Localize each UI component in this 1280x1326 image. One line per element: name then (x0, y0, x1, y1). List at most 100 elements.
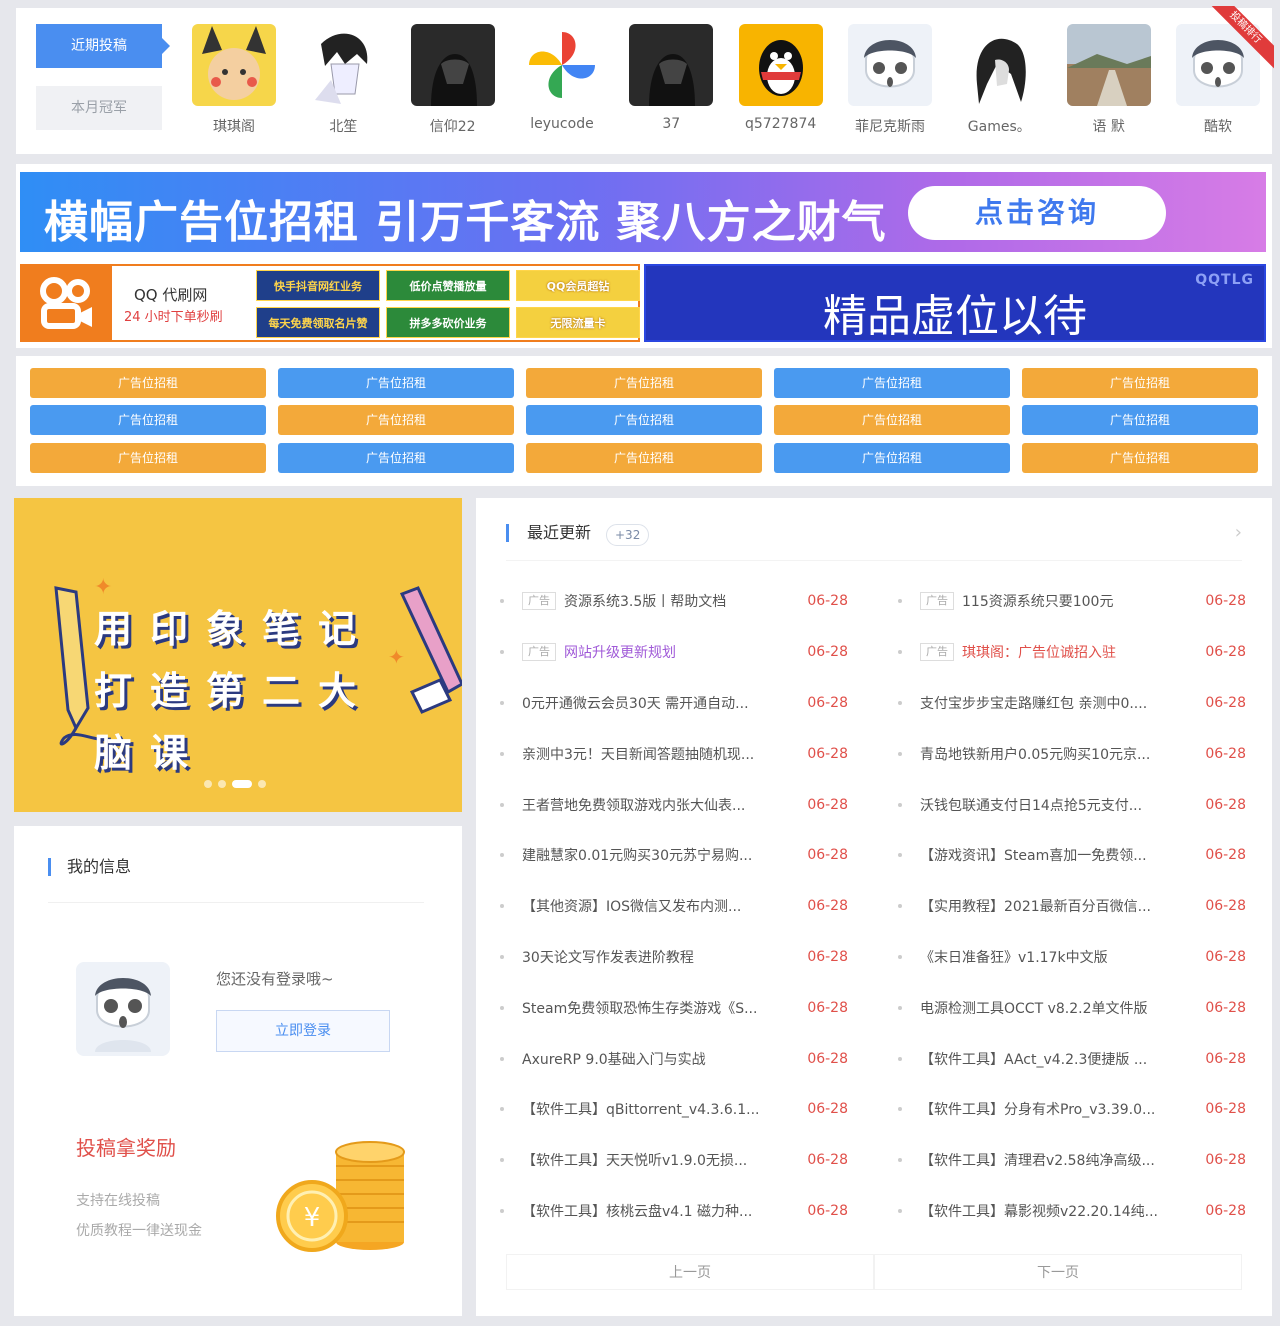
contributor-name[interactable]: 语 默 (1092, 116, 1124, 136)
news-item-title[interactable]: 资源系统3.5版丨帮助文档 (564, 591, 788, 611)
news-item-title[interactable]: 沃钱包联通支付日14点抢5元支付... (920, 795, 1186, 815)
contributor-name[interactable]: Games。 (968, 116, 1031, 136)
news-item-title[interactable]: 【软件工具】qBittorrent_v4.3.6.1... (522, 1099, 788, 1119)
ad-slot-button[interactable]: 广告位招租 (30, 405, 266, 436)
pinwheel-avatar-icon[interactable] (519, 24, 604, 106)
carousel-dot[interactable] (218, 780, 226, 788)
login-button[interactable]: 立即登录 (216, 1010, 390, 1052)
news-item[interactable]: 广告 115资源系统只要100元 06-28 (898, 576, 1246, 627)
contributor-item[interactable]: 琪琪阁 (186, 24, 282, 144)
ad-slot-button[interactable]: 广告位招租 (526, 442, 762, 473)
news-item-title[interactable]: 青岛地铁新用户0.05元购买10元京... (920, 744, 1186, 764)
news-item[interactable]: 【软件工具】天天悦听v1.9.0无损... 06-28 (500, 1135, 848, 1186)
contributor-name[interactable]: q5727874 (745, 116, 816, 132)
news-item-title[interactable]: 【软件工具】AAct_v4.2.3便捷版 ... (920, 1049, 1186, 1069)
news-item[interactable]: 支付宝步步宝走路赚红包 亲测中0.... 06-28 (898, 678, 1246, 729)
contributor-item[interactable]: 语 默 (1061, 24, 1157, 144)
news-item[interactable]: Steam免费领取恐怖生存类游戏《S... 06-28 (500, 982, 848, 1033)
news-item[interactable]: 亲测中3元！天目新闻答题抽随机现... 06-28 (500, 728, 848, 779)
news-item-title[interactable]: 30天论文写作发表进阶教程 (522, 947, 788, 967)
carousel-dot[interactable] (258, 780, 266, 788)
pikachu-avatar-icon[interactable] (192, 24, 276, 106)
news-item[interactable]: AxureRP 9.0基础入门与实战 06-28 (500, 1033, 848, 1084)
next-page-button[interactable]: 下一页 (874, 1254, 1242, 1290)
news-item[interactable]: 【其他资源】IOS微信又发布内测... 06-28 (500, 881, 848, 932)
news-item-title[interactable]: 【游戏资讯】Steam喜加一免费领... (920, 845, 1186, 865)
news-item[interactable]: 《末日准备狂》v1.17k中文版 06-28 (898, 932, 1246, 983)
consult-button[interactable]: 点击咨询 (908, 186, 1166, 240)
anime-boy-avatar-icon[interactable] (301, 24, 386, 106)
news-item[interactable]: 广告 网站升级更新规划 06-28 (500, 627, 848, 678)
ad-banner-wide[interactable]: 横幅广告位招租 引万千客流 聚八方之财气 点击咨询 (20, 172, 1266, 252)
news-item[interactable]: 【软件工具】分身有术Pro_v3.39.0... 06-28 (898, 1084, 1246, 1135)
contributor-item[interactable]: leyucode (514, 24, 610, 144)
carousel-dot-active[interactable] (232, 780, 252, 788)
contributor-name[interactable]: 酷软 (1204, 116, 1232, 136)
ad-slot-button[interactable]: 广告位招租 (526, 368, 762, 398)
ad-slot-button[interactable]: 广告位招租 (278, 405, 514, 436)
contributor-item[interactable]: q5727874 (733, 24, 829, 144)
news-item[interactable]: 【软件工具】qBittorrent_v4.3.6.1... 06-28 (500, 1084, 848, 1135)
ad-slot-button[interactable]: 广告位招租 (774, 368, 1010, 398)
sketch-avatar-icon[interactable] (957, 24, 1042, 106)
ad-slot-button[interactable]: 广告位招租 (774, 405, 1010, 436)
news-item[interactable]: 【软件工具】清理君v2.58纯净高级... 06-28 (898, 1135, 1246, 1186)
news-item-title[interactable]: 【实用教程】2021最新百分百微信... (920, 896, 1186, 916)
dark-avatar-icon[interactable] (410, 24, 495, 106)
contributor-name[interactable]: 北笙 (329, 116, 357, 136)
news-item[interactable]: 电源检测工具OCCT v8.2.2单文件版 06-28 (898, 982, 1246, 1033)
news-item-title[interactable]: 电源检测工具OCCT v8.2.2单文件版 (920, 998, 1186, 1018)
news-item-title[interactable]: 【软件工具】分身有术Pro_v3.39.0... (920, 1099, 1186, 1119)
ad-slot-button[interactable]: 广告位招租 (30, 368, 266, 398)
news-item[interactable]: 【游戏资讯】Steam喜加一免费领... 06-28 (898, 830, 1246, 881)
news-item-title[interactable]: 【软件工具】清理君v2.58纯净高级... (920, 1150, 1186, 1170)
news-item[interactable]: 30天论文写作发表进阶教程 06-28 (500, 932, 848, 983)
tab-monthly-champion[interactable]: 本月冠军 (36, 86, 162, 130)
news-item[interactable]: 广告 琪琪阁：广告位诚招入驻 06-28 (898, 627, 1246, 678)
news-item[interactable]: 沃钱包联通支付日14点抢5元支付... 06-28 (898, 779, 1246, 830)
news-item[interactable]: 王者营地免费领取游戏内张大仙表... 06-28 (500, 779, 848, 830)
news-item-title[interactable]: 【软件工具】核桃云盘v4.1 磁力种... (522, 1201, 788, 1221)
news-item-title[interactable]: 建融慧家0.01元购买30元苏宁易购... (522, 845, 788, 865)
news-item-title[interactable]: Steam免费领取恐怖生存类游戏《S... (522, 998, 788, 1018)
ad-slot-button[interactable]: 广告位招租 (526, 405, 762, 436)
ad-slot-button[interactable]: 广告位招租 (278, 368, 514, 398)
news-item[interactable]: 【软件工具】AAct_v4.2.3便捷版 ... 06-28 (898, 1033, 1246, 1084)
news-item[interactable]: 广告 资源系统3.5版丨帮助文档 06-28 (500, 576, 848, 627)
news-item[interactable]: 【实用教程】2021最新百分百微信... 06-28 (898, 881, 1246, 932)
contributor-item[interactable]: 信仰22 (405, 24, 501, 144)
chevron-right-icon[interactable]: › (1235, 522, 1242, 543)
news-item-title[interactable]: 【软件工具】天天悦听v1.9.0无损... (522, 1150, 788, 1170)
contributor-name[interactable]: leyucode (530, 116, 593, 132)
ad-slot-button[interactable]: 广告位招租 (30, 442, 266, 473)
news-item-title[interactable]: 琪琪阁：广告位诚招入驻 (962, 642, 1186, 662)
news-item-title[interactable]: AxureRP 9.0基础入门与实战 (522, 1049, 788, 1069)
news-item-title[interactable]: 《末日准备狂》v1.17k中文版 (920, 947, 1186, 967)
news-item-title[interactable]: 王者营地免费领取游戏内张大仙表... (522, 795, 788, 815)
ad-slot-button[interactable]: 广告位招租 (1022, 405, 1258, 436)
ad-banner-vacant[interactable]: 精品虚位以待 QQTLG (644, 264, 1266, 342)
ad-slot-button[interactable]: 广告位招租 (1022, 442, 1258, 473)
contributor-item[interactable]: 37 (623, 24, 719, 144)
news-item[interactable]: 【软件工具】核桃云盘v4.1 磁力种... 06-28 (500, 1186, 848, 1237)
news-item[interactable]: 【软件工具】幕影视频v22.20.14纯... 06-28 (898, 1186, 1246, 1237)
news-item-title[interactable]: 支付宝步步宝走路赚红包 亲测中0.... (920, 693, 1186, 713)
tab-recent-submissions[interactable]: 近期投稿 (36, 24, 170, 68)
news-item-title[interactable]: 网站升级更新规划 (564, 642, 788, 662)
news-item-title[interactable]: 【其他资源】IOS微信又发布内测... (522, 896, 788, 916)
ad-banner-qq[interactable]: QQ 代刷网 24 小时下单秒刷 快手抖音网红业务 低价点赞播放量 QQ会员超钻 每天… (20, 264, 640, 342)
news-item[interactable]: 青岛地铁新用户0.05元购买10元京... 06-28 (898, 728, 1246, 779)
dark-avatar-icon[interactable] (629, 24, 714, 106)
news-item[interactable]: 0元开通微云会员30天 需开通自动... 06-28 (500, 678, 848, 729)
contributor-item[interactable]: 北笙 (295, 24, 391, 144)
contributor-name[interactable]: 37 (662, 116, 680, 132)
contributor-item[interactable]: 菲尼克斯雨 (842, 24, 938, 144)
ad-slot-button[interactable]: 广告位招租 (278, 442, 514, 473)
prev-page-button[interactable]: 上一页 (506, 1254, 874, 1290)
news-item-title[interactable]: 亲测中3元！天目新闻答题抽随机现... (522, 744, 788, 764)
news-item-title[interactable]: 0元开通微云会员30天 需开通自动... (522, 693, 788, 713)
carousel-slide[interactable]: ✦ ✦ 用印象笔记打造第二大脑课 (14, 498, 462, 812)
contributor-item[interactable]: Games。 (951, 24, 1047, 144)
contributor-name[interactable]: 信仰22 (430, 116, 476, 136)
ad-slot-button[interactable]: 广告位招租 (1022, 368, 1258, 398)
